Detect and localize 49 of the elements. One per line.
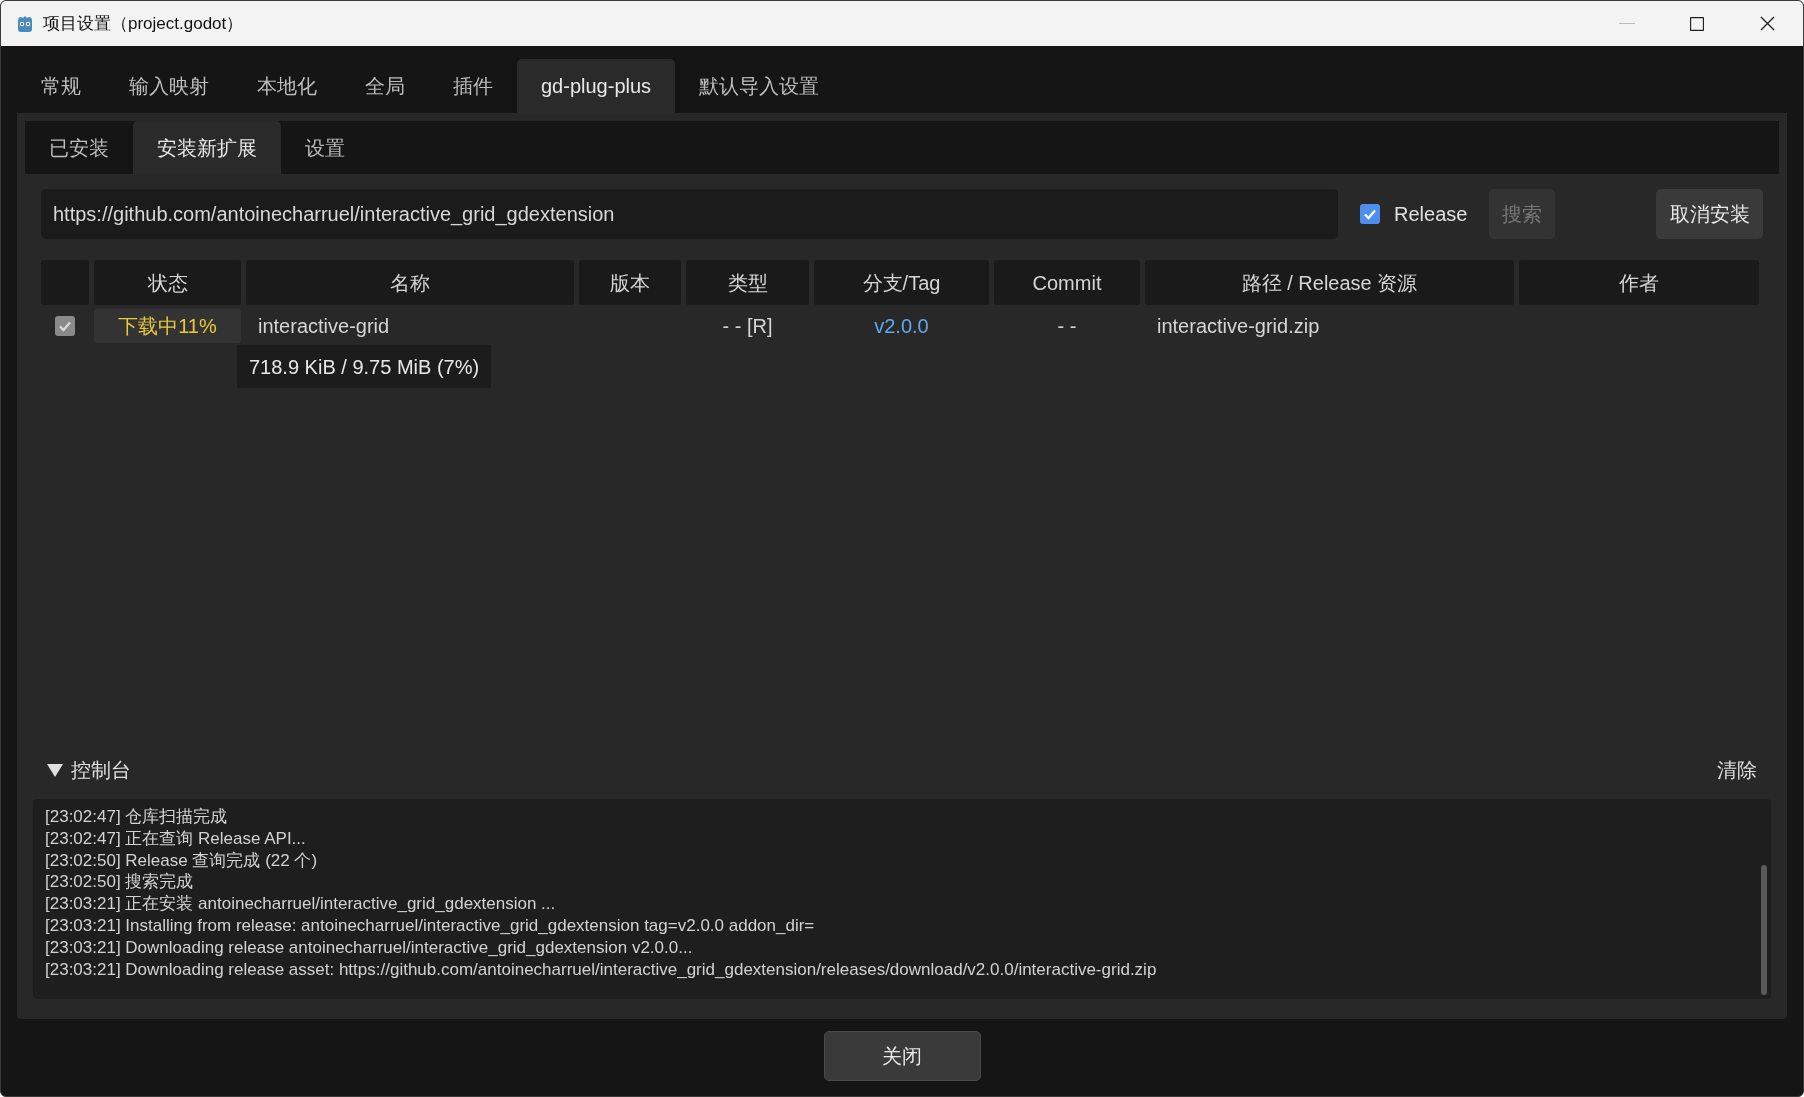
log-line: [23:02:47] 仓库扫描完成 <box>45 806 229 828</box>
table-cell-text: - - [R] <box>722 314 773 339</box>
tab[interactable]: 常规 <box>17 59 105 113</box>
release-checkbox[interactable]: Release <box>1360 199 1468 229</box>
log-line: [23:02:50] 搜索完成 <box>45 871 195 894</box>
column-header[interactable]: 类型 <box>686 260 809 305</box>
column-header[interactable]: 名称 <box>246 260 574 305</box>
check-icon <box>58 319 72 333</box>
log-line: [23:03:21] Installing from release: antoinecharruel/interactive_grid_gdextension tag=v2.0.0 addon_dir= <box>45 915 816 937</box>
tab[interactable]: 默认导入设置 <box>675 59 844 113</box>
column-header[interactable]: 作者 <box>1519 260 1759 305</box>
log-line: [23:02:47] 正在查询 Release API... <box>45 827 307 850</box>
log-line: [23:03:21] Downloading release antoinecharruel/interactive_grid_gdextension v2.0.0... <box>45 936 694 959</box>
check-icon <box>1363 207 1377 221</box>
table-cell-text: interactive-grid.zip <box>1157 314 1320 339</box>
robot-logo-icon <box>15 13 35 34</box>
log-line: [23:03:21] Downloading release asset: https://github.com/antoinecharruel/interactive_grid_gdextension/releases/download/v2.0.0/interactive-grid.zip <box>45 958 1158 981</box>
checkbox[interactable] <box>55 316 75 336</box>
checkbox[interactable] <box>1360 204 1380 224</box>
subtab[interactable]: 已安装 <box>25 121 133 174</box>
column-header[interactable]: 状态 <box>94 260 241 305</box>
tab[interactable]: 插件 <box>429 59 517 113</box>
table-cell-text: interactive-grid <box>258 314 390 339</box>
console-toggle[interactable]: 控制台 <box>47 755 131 785</box>
maximize-icon[interactable] <box>1690 16 1704 31</box>
column-header[interactable]: 版本 <box>579 260 681 305</box>
cancel-install-button[interactable]: 取消安装 <box>1656 189 1763 239</box>
url-field[interactable]: https://github.com/antoinecharruel/interactive_grid_gdextension <box>41 189 1338 239</box>
status-cell: 下载中11% <box>94 309 241 343</box>
clear-button[interactable]: 清除 <box>1717 755 1757 785</box>
column-header[interactable]: 分支/Tag <box>814 260 989 305</box>
log-line: [23:02:50] Release 查询完成 (22 个) <box>45 849 319 872</box>
tab[interactable]: 本地化 <box>233 59 341 113</box>
triangle-icon <box>47 763 63 777</box>
tab[interactable]: 输入映射 <box>105 59 233 113</box>
log-line: [23:03:21] 正在安装 antoinecharruel/interactive_grid_gdextension ... <box>45 893 557 915</box>
column-header[interactable]: 路径 / Release 资源 <box>1145 260 1514 305</box>
close-icon[interactable] <box>1760 16 1775 31</box>
column-header[interactable]: Commit <box>994 260 1140 305</box>
subtab[interactable]: 设置 <box>281 121 369 174</box>
table-cell-text: - - <box>1057 314 1077 339</box>
window-title: 项目设置（project.godot） <box>43 12 244 35</box>
close-button[interactable]: 关闭 <box>823 1031 981 1081</box>
subtab[interactable]: 安装新扩展 <box>133 121 281 174</box>
tab[interactable]: 全局 <box>341 59 429 113</box>
tab[interactable]: gd-plug-plus <box>517 59 676 113</box>
scrollbar[interactable] <box>1761 865 1767 995</box>
branch-link[interactable]: v2.0.0 <box>874 311 929 341</box>
tooltip: 718.9 KiB / 9.75 MiB (7%) <box>237 345 492 388</box>
